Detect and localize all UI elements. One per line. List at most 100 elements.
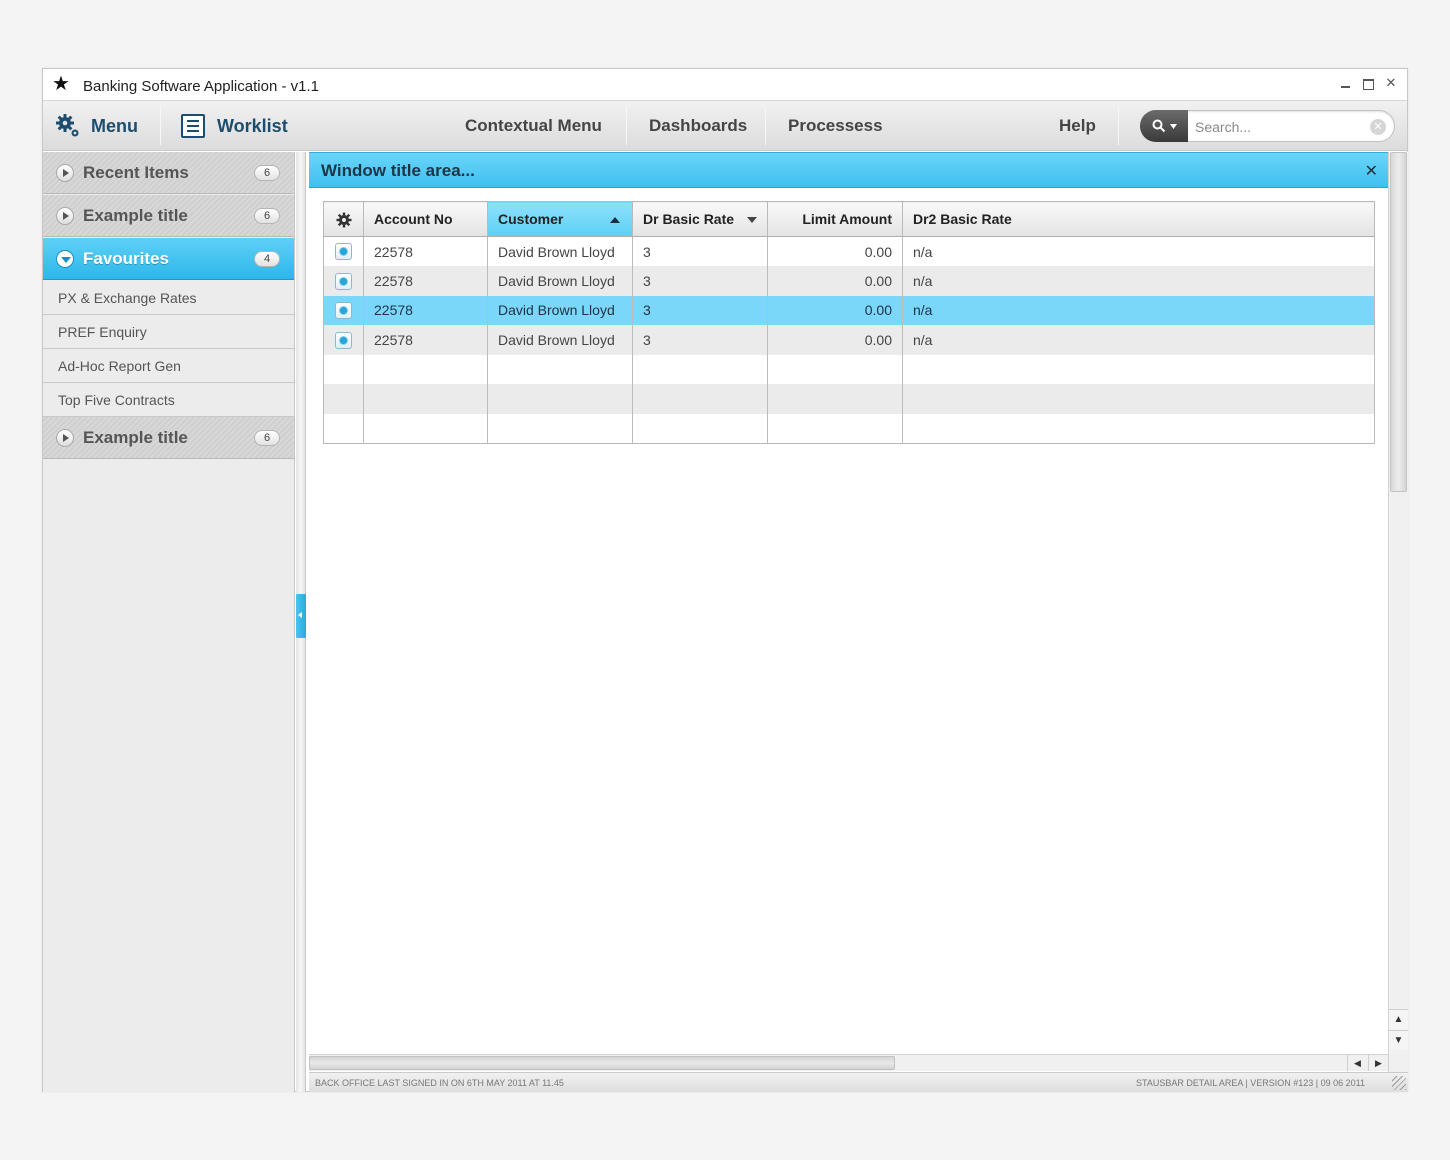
- sidebar-item-ad-hoc-report-gen[interactable]: Ad-Hoc Report Gen: [43, 349, 294, 383]
- status-right-text: STAUSBAR DETAIL AREA | VERSION #123 | 09…: [1136, 1078, 1365, 1088]
- sidebar: Recent Items 6 Example title 6 Favourite…: [43, 152, 295, 1092]
- column-header-limit-amount[interactable]: Limit Amount: [767, 201, 903, 237]
- sidebar-section-example-title-2[interactable]: Example title 6: [43, 417, 294, 459]
- column-header-dr2-basic-rate[interactable]: Dr2 Basic Rate: [902, 201, 1375, 237]
- table-row[interactable]: 22578 David Brown Lloyd 3 0.00 n/a: [323, 325, 1375, 355]
- empty-cell: [323, 354, 364, 384]
- table-row-empty: [323, 413, 1375, 443]
- sidebar-section-favourites[interactable]: Favourites 4: [43, 238, 294, 280]
- empty-cell: [767, 413, 903, 443]
- row-settings-icon[interactable]: [335, 331, 352, 349]
- sidebar-item-pref-enquiry[interactable]: PREF Enquiry: [43, 315, 294, 349]
- row-settings-icon[interactable]: [335, 272, 352, 290]
- nav-dashboards[interactable]: Dashboards: [649, 101, 747, 151]
- row-action-cell: [323, 266, 364, 296]
- nav-help[interactable]: Help: [1059, 101, 1096, 151]
- minimize-icon[interactable]: [1341, 76, 1353, 90]
- dropdown-arrow-icon[interactable]: [747, 217, 757, 223]
- window-title: Window title area...: [321, 161, 475, 180]
- cell-dr-basic-rate: 3: [632, 266, 768, 296]
- count-badge: 6: [254, 164, 280, 181]
- data-grid: Account No Customer Dr Basic Rate Limit …: [323, 201, 1375, 444]
- empty-cell: [363, 354, 488, 384]
- empty-cell: [632, 413, 768, 443]
- cell-dr2-basic-rate: n/a: [902, 325, 1375, 355]
- sidebar-item-top-five-contracts[interactable]: Top Five Contracts: [43, 383, 294, 417]
- chevron-down-icon: [1169, 123, 1177, 129]
- cell-dr2-basic-rate: n/a: [902, 266, 1375, 296]
- scroll-left-icon[interactable]: ◀: [1347, 1055, 1367, 1071]
- gear-icon: [336, 212, 351, 228]
- scroll-down-icon[interactable]: ▼: [1389, 1030, 1408, 1050]
- vertical-scroll-thumb[interactable]: [1390, 152, 1407, 492]
- menu-label: Menu: [91, 115, 138, 136]
- gear-icon: [56, 114, 79, 137]
- grid-header-row: Account No Customer Dr Basic Rate Limit …: [323, 201, 1375, 237]
- empty-cell: [767, 384, 903, 414]
- cell-account-no: 22578: [363, 295, 488, 325]
- empty-cell: [902, 354, 1375, 384]
- cell-limit-amount: 0.00: [767, 266, 903, 296]
- sidebar-item-px-exchange-rates[interactable]: PX & Exchange Rates: [43, 281, 294, 315]
- cell-limit-amount: 0.00: [767, 325, 903, 355]
- close-window-icon[interactable]: ✕: [1385, 76, 1397, 90]
- vertical-scrollbar[interactable]: ▲ ▼: [1388, 152, 1408, 1092]
- column-header-dr-basic-rate[interactable]: Dr Basic Rate: [632, 201, 768, 237]
- worklist-button[interactable]: Worklist: [181, 101, 288, 151]
- table-row[interactable]: 22578 David Brown Lloyd 3 0.00 n/a: [323, 266, 1375, 296]
- resize-grip-icon[interactable]: [1392, 1076, 1406, 1090]
- clear-search-icon[interactable]: ✕: [1370, 119, 1386, 135]
- column-header-account-no[interactable]: Account No: [363, 201, 488, 237]
- column-header-label: Customer: [498, 211, 564, 227]
- cell-dr-basic-rate: 3: [632, 325, 768, 355]
- column-settings-header[interactable]: [323, 201, 364, 237]
- table-row-selected[interactable]: 22578 David Brown Lloyd 3 0.00 n/a: [323, 295, 1375, 325]
- row-action-cell: [323, 236, 364, 266]
- app-window: ★ Banking Software Application - v1.1 ✕: [42, 68, 1408, 1092]
- count-badge: 6: [254, 429, 280, 446]
- scroll-right-icon[interactable]: ▶: [1368, 1055, 1388, 1071]
- empty-cell: [767, 354, 903, 384]
- empty-cell: [487, 413, 633, 443]
- maximize-icon[interactable]: [1363, 76, 1375, 90]
- cell-dr-basic-rate: 3: [632, 295, 768, 325]
- sidebar-section-label: Favourites: [83, 248, 169, 268]
- row-settings-icon[interactable]: [335, 302, 352, 320]
- cell-dr2-basic-rate: n/a: [902, 295, 1375, 325]
- close-icon[interactable]: ✕: [1365, 161, 1378, 181]
- search-input[interactable]: [1195, 117, 1365, 137]
- empty-cell: [632, 384, 768, 414]
- sidebar-section-example-title[interactable]: Example title 6: [43, 195, 294, 237]
- nav-processess[interactable]: Processess: [788, 101, 883, 151]
- window-title-bar: Window title area... ✕: [309, 152, 1388, 188]
- horizontal-scrollbar[interactable]: ◀ ▶: [309, 1054, 1388, 1071]
- collapse-arrow-icon: [56, 249, 74, 268]
- nav-contextual-menu[interactable]: Contextual Menu: [465, 101, 602, 151]
- app-star-icon: ★: [52, 73, 70, 95]
- column-header-customer[interactable]: Customer: [487, 201, 633, 237]
- empty-cell: [487, 384, 633, 414]
- toolbar-divider: [626, 107, 627, 145]
- table-row[interactable]: 22578 David Brown Lloyd 3 0.00 n/a: [323, 236, 1375, 266]
- toolbar-divider: [160, 107, 161, 145]
- cell-customer: David Brown Lloyd: [487, 295, 633, 325]
- sidebar-section-recent-items[interactable]: Recent Items 6: [43, 152, 294, 194]
- window-controls: ✕: [1341, 76, 1397, 90]
- cell-customer: David Brown Lloyd: [487, 266, 633, 296]
- menu-button[interactable]: Menu: [55, 101, 138, 151]
- search-options-button[interactable]: [1140, 110, 1188, 142]
- empty-cell: [902, 384, 1375, 414]
- search-box: ✕: [1140, 110, 1395, 142]
- collapse-sidebar-handle[interactable]: [296, 594, 306, 638]
- cell-customer: David Brown Lloyd: [487, 236, 633, 266]
- horizontal-scroll-thumb[interactable]: [309, 1056, 895, 1070]
- status-left-text: BACK OFFICE LAST SIGNED IN ON 6TH MAY 20…: [315, 1078, 564, 1088]
- sidebar-section-label: Recent Items: [83, 162, 189, 182]
- scroll-up-icon[interactable]: ▲: [1389, 1009, 1408, 1029]
- count-badge: 6: [254, 207, 280, 224]
- expand-arrow-icon: [56, 163, 74, 182]
- list-icon: [181, 114, 205, 138]
- row-settings-icon[interactable]: [335, 243, 352, 261]
- sidebar-splitter[interactable]: [296, 152, 306, 1092]
- expand-arrow-icon: [56, 206, 74, 225]
